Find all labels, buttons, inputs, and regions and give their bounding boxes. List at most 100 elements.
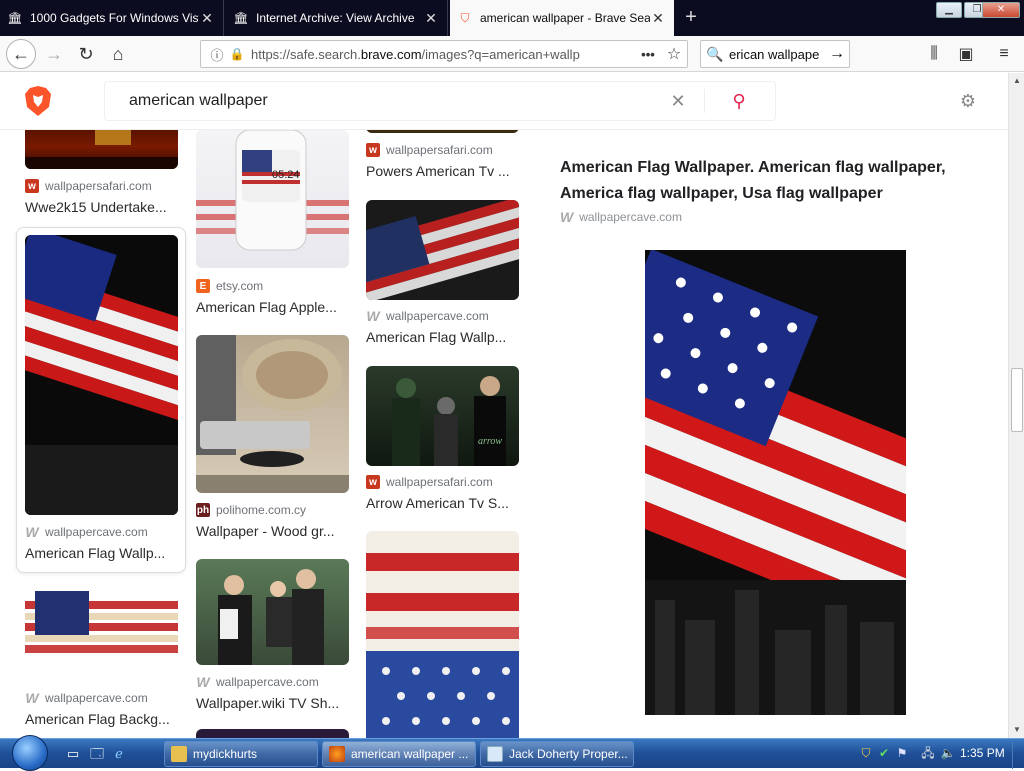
clear-icon[interactable]: ✕ [664,91,692,112]
show-desktop-icon[interactable]: ▭ [64,745,82,763]
result-title[interactable]: American Flag Wallp... [25,545,178,561]
result-title[interactable]: American Flag Backg... [25,711,178,727]
tab-brave-search[interactable]: ⛉ american wallpaper - Brave Sea ✕ [450,0,674,36]
result-thumbnail[interactable] [196,335,349,493]
flag-thumbnail-art [25,235,178,515]
result-title[interactable]: American Flag Wallp... [366,329,519,345]
home-icon: ⌂ [112,43,124,64]
source-domain: wallpapercave.com [216,675,319,689]
search-go-icon[interactable]: → [825,45,849,63]
close-icon[interactable]: ✕ [199,10,215,27]
wallpapercave-favicon: W [25,690,39,706]
library-button[interactable]: ⫼ [920,40,948,68]
result-thumbnail[interactable] [366,200,519,300]
search-icon[interactable]: ⚲ [725,91,753,112]
close-window-button[interactable]: ✕ [982,2,1020,18]
gear-icon[interactable]: ⚙ [958,91,978,111]
info-icon[interactable]: ⓘ [205,45,229,64]
detail-source[interactable]: W wallpapercave.com [560,209,682,225]
result-source[interactable]: w wallpapersafari.com [25,179,152,193]
internet-explorer-icon[interactable]: ℯ [110,745,128,763]
living-room-thumbnail-art [196,335,349,493]
security-shield-icon[interactable]: ⛉ [858,745,874,761]
result-title[interactable]: Powers American Tv ... [366,163,519,179]
source-domain: wallpapersafari.com [386,143,493,157]
volume-icon[interactable]: 🔈 [940,745,956,761]
browser-search-box[interactable]: 🔍 erican wallpape → [700,40,850,68]
back-button[interactable]: ← [6,39,36,69]
wallpapercave-favicon: W [366,308,380,324]
result-source[interactable]: W wallpapercave.com [366,308,489,324]
result-source[interactable]: w wallpapersafari.com [366,143,493,157]
flag-detail-image-art [645,250,906,715]
result-source[interactable]: W wallpapercave.com [25,690,147,706]
folder-icon [171,746,187,762]
scroll-down-arrow-icon[interactable]: ▼ [1009,722,1024,738]
tab-gadgets[interactable]: 🏛 1000 Gadgets For Windows Vist ✕ [0,0,224,36]
result-thumbnail-partial[interactable] [196,729,349,738]
search-engine-icon[interactable]: 🔍 [701,46,729,63]
reload-button[interactable]: ↻ [72,40,100,68]
brave-logo-icon[interactable] [24,85,52,117]
result-thumbnail[interactable] [25,585,178,681]
url-bar[interactable]: ⓘ 🔒 https://safe.search.brave.com/images… [200,40,688,68]
forward-button[interactable]: → [40,40,68,68]
arrow-left-icon: ← [12,43,30,64]
taskbar-item-label: mydickhurts [193,747,258,761]
menu-button[interactable]: ≡ [990,40,1018,68]
new-tab-button[interactable]: + [680,4,702,30]
minimize-button[interactable]: ▁ [936,2,962,18]
result-title[interactable]: American Flag Apple... [196,299,349,315]
check-icon[interactable]: ✔ [876,745,892,761]
tab-internet-archive[interactable]: 🏛 Internet Archive: View Archive ✕ [226,0,448,36]
close-icon[interactable]: ✕ [650,10,666,27]
explorer-icon[interactable]: 🗔 [88,745,106,763]
page-scrollbar[interactable]: ▲ ▼ [1008,73,1024,738]
search-query[interactable]: american wallpaper [105,92,664,110]
wallpapercave-favicon: W [560,209,574,225]
taskbar-item-window[interactable]: Jack Doherty Proper... [480,741,634,767]
show-desktop-button[interactable] [1012,739,1024,769]
network-icon[interactable]: 🖧 [920,745,936,761]
tab-bar: 🏛 1000 Gadgets For Windows Vist ✕ 🏛 Inte… [0,0,1024,36]
result-title[interactable]: Wallpaper.wiki TV Sh... [196,695,349,711]
scroll-thumb[interactable] [1011,368,1023,432]
result-source[interactable]: ph polihome.com.cy [196,503,306,517]
result-source[interactable]: E etsy.com [196,279,263,293]
detail-title[interactable]: American Flag Wallpaper. American flag w… [560,155,990,207]
result-thumbnail[interactable]: arrow [366,366,519,466]
result-thumbnail[interactable] [366,531,519,738]
flag-icon[interactable]: ⚑ [894,745,910,761]
search-text[interactable]: erican wallpape [729,47,825,62]
url-text[interactable]: https://safe.search.brave.com/images?q=a… [245,47,635,62]
bookmark-star-icon[interactable]: ☆ [661,44,687,64]
divider [704,89,705,113]
result-title[interactable]: Arrow American Tv S... [366,495,519,511]
result-thumbnail[interactable]: 05:24 [196,130,349,268]
start-button[interactable] [8,735,52,771]
brave-search-bar[interactable]: american wallpaper ✕ ⚲ [104,81,776,121]
result-thumbnail[interactable] [196,559,349,665]
result-source[interactable]: W wallpapercave.com [196,674,319,690]
family-photo-thumbnail-art [218,569,324,665]
result-title[interactable]: Wallpaper - Wood gr... [196,523,349,539]
library-icon: ⫼ [930,45,938,62]
system-clock[interactable]: 1:35 PM [960,746,1005,760]
result-title[interactable]: Wwe2k15 Undertake... [25,199,178,215]
result-source[interactable]: W wallpapercave.com [25,524,148,540]
result-thumbnail[interactable] [25,235,178,515]
taskbar-item-firefox[interactable]: american wallpaper ... [322,741,476,767]
close-icon[interactable]: ✕ [423,10,439,27]
source-domain: wallpapercave.com [386,309,489,323]
source-domain: wallpapercave.com [45,525,148,539]
brave-icon: ⛉ [460,10,470,25]
result-source[interactable]: w wallpapersafari.com [366,475,493,489]
watch-time: 05:24 [272,169,300,181]
detail-image[interactable] [645,250,906,715]
page-actions-button[interactable]: ••• [635,47,661,62]
taskbar-item-folder[interactable]: mydickhurts [164,741,318,767]
scroll-up-arrow-icon[interactable]: ▲ [1009,73,1024,89]
home-button[interactable]: ⌂ [104,40,132,68]
sidebar-button[interactable]: ▣ [952,40,980,68]
sidebar-icon: ▣ [958,46,974,63]
